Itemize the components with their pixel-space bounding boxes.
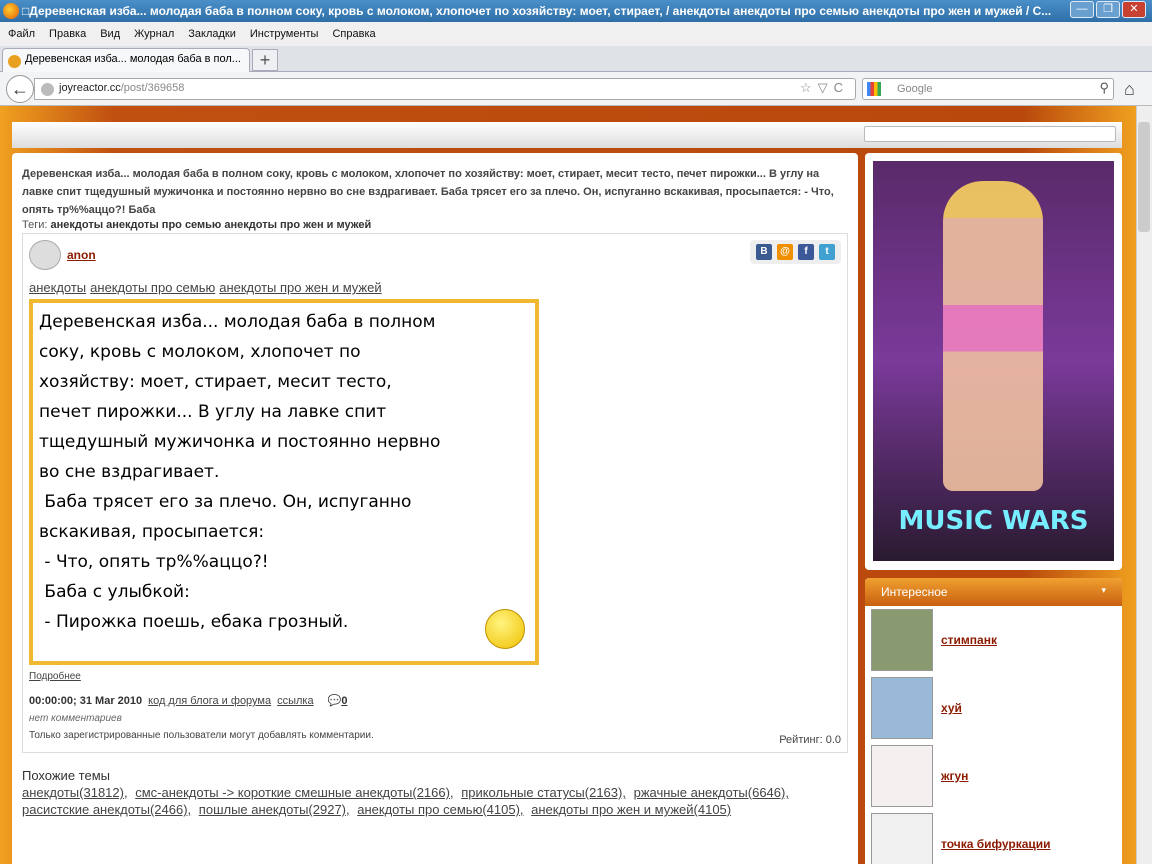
post-datetime: 00:00:00; 31 Mar 2010	[29, 695, 143, 707]
related-link[interactable]: анекдоты про семью(4105),	[357, 802, 523, 817]
bookmark-star-reload-icons[interactable]: ☆▽C	[800, 80, 849, 96]
comment-icon: 💬	[327, 695, 342, 707]
registered-only-note: Только зарегистрированные пользователи м…	[29, 730, 374, 741]
ad-illustration	[943, 181, 1043, 491]
firefox-icon	[3, 3, 19, 19]
menu-history[interactable]: Журнал	[134, 28, 174, 40]
menu-help[interactable]: Справка	[332, 28, 375, 40]
tag-link[interactable]: анекдоты про семью	[90, 280, 215, 295]
post-card: anon B @ f t анекдоты анекдоты про семью а…	[22, 233, 848, 753]
url-path: /post/369658	[120, 82, 185, 94]
scrollbar-thumb[interactable]	[1138, 122, 1150, 232]
menu-view[interactable]: Вид	[100, 28, 120, 40]
post-image: Деревенская изба... молодая баба в полно…	[29, 299, 539, 665]
ad-logo: MUSIC WARS	[898, 506, 1089, 536]
site-search-input[interactable]	[864, 126, 1116, 142]
tab-label: Деревенская изба... молодая баба в пол..…	[25, 53, 241, 65]
window-title-bar: □Деревенская изба... молодая баба в полн…	[0, 0, 1152, 22]
menu-file[interactable]: Файл	[8, 28, 35, 40]
related-link[interactable]: анекдоты про жен и мужей(4105)	[531, 802, 731, 817]
thumbnail[interactable]	[871, 813, 933, 864]
embed-code-link[interactable]: код для блога и форума	[148, 695, 271, 707]
interesting-link[interactable]: хуй	[941, 701, 962, 715]
interesting-link[interactable]: точка бифуркации	[941, 837, 1051, 851]
menu-edit[interactable]: Правка	[49, 28, 86, 40]
menu-bar: Файл Правка Вид Журнал Закладки Инструме…	[0, 22, 1152, 46]
more-link[interactable]: Подробнее	[29, 671, 841, 682]
window-title: □Деревенская изба... молодая баба в полн…	[22, 4, 1052, 18]
tag-link[interactable]: анекдоты	[29, 280, 86, 295]
smiley-icon	[485, 609, 525, 649]
permalink[interactable]: ссылка	[277, 695, 314, 707]
mail-share-icon[interactable]: @	[777, 244, 793, 260]
url-host: joyreactor.cc	[59, 82, 121, 94]
share-buttons: B @ f t	[750, 240, 841, 264]
related-link[interactable]: расистские анекдоты(2466),	[22, 802, 191, 817]
navigation-bar: ← joyreactor.cc/post/369658 ☆▽C Google ⚲ …	[0, 72, 1152, 106]
tab-bar: Деревенская изба... молодая баба в пол..…	[0, 46, 1152, 72]
post-image-text: Деревенская изба... молодая баба в полно…	[39, 312, 441, 632]
new-tab-button[interactable]: +	[252, 49, 278, 71]
google-icon	[867, 82, 881, 96]
search-input[interactable]: Google ⚲	[862, 78, 1114, 100]
interesting-title: Интересное	[881, 585, 948, 599]
site-favicon-icon	[8, 55, 21, 68]
related-link[interactable]: анекдоты(31812),	[22, 785, 128, 800]
no-comments: нет комментариев	[29, 713, 122, 724]
comments-count[interactable]: 0	[341, 695, 347, 707]
main-column: Деревенская изба... молодая баба в полно…	[12, 153, 858, 864]
collapse-icon[interactable]: ▾	[1101, 585, 1106, 596]
related-link[interactable]: ржачные анекдоты(6646),	[634, 785, 789, 800]
thumbnail[interactable]	[871, 677, 933, 739]
list-item: стимпанк	[865, 606, 1122, 674]
close-button[interactable]: ✕	[1122, 1, 1146, 18]
page-content: Деревенская изба... молодая баба в полно…	[0, 106, 1136, 864]
site-header-bar	[12, 122, 1122, 148]
list-item: хуй	[865, 674, 1122, 742]
thumbnail[interactable]	[871, 745, 933, 807]
avatar	[29, 240, 61, 270]
interesting-link[interactable]: жгун	[941, 769, 968, 783]
home-button[interactable]: ⌂	[1124, 79, 1135, 100]
tags-text: анекдоты анекдоты про семью анекдоты про…	[50, 219, 372, 231]
facebook-share-icon[interactable]: f	[798, 244, 814, 260]
music-wars-ad[interactable]: MUSIC WARS	[873, 161, 1114, 561]
search-icon[interactable]: ⚲	[1099, 80, 1109, 96]
related-link[interactable]: пошлые анекдоты(2927),	[199, 802, 350, 817]
author-link[interactable]: anon	[67, 248, 96, 262]
list-item: точка бифуркации	[865, 810, 1122, 864]
post-intro: Деревенская изба... молодая баба в полно…	[22, 168, 834, 216]
globe-icon	[41, 83, 54, 96]
tab-active[interactable]: Деревенская изба... молодая баба в пол..…	[2, 48, 250, 72]
vk-share-icon[interactable]: B	[756, 244, 772, 260]
twitter-share-icon[interactable]: t	[819, 244, 835, 260]
related-topics: Похожие темы анекдоты(31812), смс-анекдо…	[22, 767, 848, 818]
menu-bookmarks[interactable]: Закладки	[188, 28, 236, 40]
thumbnail[interactable]	[871, 609, 933, 671]
minimize-button[interactable]: —	[1070, 1, 1094, 18]
list-item: жгун	[865, 742, 1122, 810]
related-link[interactable]: смс-анекдоты -> короткие смешные анекдот…	[135, 785, 453, 800]
related-title: Похожие темы	[22, 768, 110, 783]
interesting-header: Интересное ▾	[865, 578, 1122, 606]
url-input[interactable]: joyreactor.cc/post/369658 ☆▽C	[34, 78, 856, 100]
back-button[interactable]: ←	[6, 75, 34, 103]
post-tags: Теги: анекдоты анекдоты про семью анекдо…	[22, 219, 848, 231]
ad-box: MUSIC WARS	[865, 153, 1122, 570]
related-link[interactable]: прикольные статусы(2163),	[461, 785, 626, 800]
search-placeholder: Google	[897, 83, 933, 95]
interesting-box: Интересное ▾ стимпанк хуй жгун точка бифу…	[865, 578, 1122, 864]
maximize-button[interactable]: ❐	[1096, 1, 1120, 18]
tag-link[interactable]: анекдоты про жен и мужей	[219, 280, 381, 295]
post-tag-links: анекдоты анекдоты про семью анекдоты про ж…	[29, 280, 841, 295]
interesting-link[interactable]: стимпанк	[941, 633, 997, 647]
tags-label: Теги:	[22, 219, 48, 231]
menu-tools[interactable]: Инструменты	[250, 28, 319, 40]
rating: Рейтинг: 0.0	[779, 734, 841, 746]
